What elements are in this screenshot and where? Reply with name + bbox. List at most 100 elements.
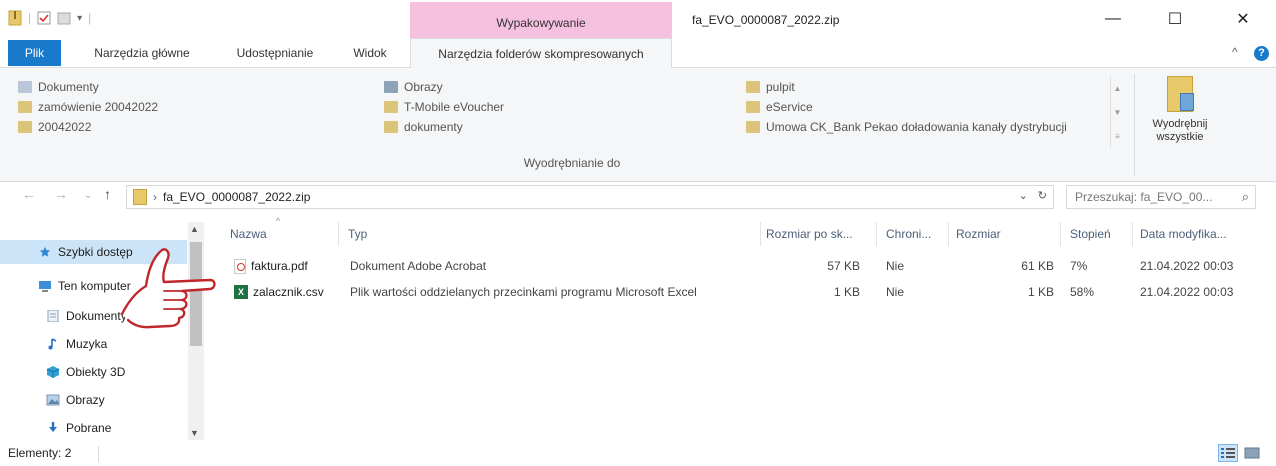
address-bar[interactable]: › fa_EVO_0000087_2022.zip ⌄ ↻	[126, 185, 1054, 209]
destination-item[interactable]: eService	[746, 98, 813, 116]
zip-folder-icon	[133, 189, 147, 205]
search-icon[interactable]: ⌕	[1242, 189, 1249, 205]
address-controls: ⌄ ↻	[1019, 189, 1047, 202]
breadcrumb-chevron-icon[interactable]: ›	[153, 190, 157, 204]
gallery-scrollbar[interactable]: ▲ ▼ ≡	[1110, 76, 1124, 148]
column-header-ratio[interactable]: Stopień	[1070, 222, 1128, 246]
column-separator[interactable]	[1060, 222, 1061, 246]
cube-icon	[46, 366, 60, 378]
help-icon[interactable]: ?	[1254, 46, 1269, 61]
destination-item[interactable]: dokumenty	[384, 118, 463, 136]
column-header-modified[interactable]: Data modyfika...	[1140, 222, 1260, 246]
qat-separator: |	[28, 11, 32, 25]
extract-all-button[interactable]: Wyodrębnij wszystkie	[1138, 74, 1222, 158]
nav-item-pictures[interactable]: Obrazy	[46, 388, 105, 412]
nav-item-documents[interactable]: Dokumenty	[46, 304, 127, 328]
recent-locations-icon[interactable]: ⌄	[84, 190, 92, 201]
details-view-icon[interactable]	[1218, 444, 1238, 462]
minimize-icon: —	[1105, 10, 1121, 27]
destination-item[interactable]: zamówienie 20042022	[18, 98, 158, 116]
tab-home[interactable]: Narzędzia główne	[76, 38, 208, 68]
column-header-name[interactable]: Nazwa	[230, 222, 330, 246]
column-header-packed-size[interactable]: Rozmiar po sk...	[766, 222, 870, 246]
extract-zip-icon	[1167, 76, 1194, 112]
file-size-cell: 61 KB	[1021, 259, 1054, 273]
ribbon-tabs: Plik Narzędzia główne Udostępnianie Wido…	[0, 38, 1276, 69]
refresh-icon[interactable]: ↻	[1038, 189, 1047, 202]
gallery-up-icon[interactable]: ▲	[1114, 84, 1122, 93]
pdf-file-icon	[234, 258, 246, 274]
file-packed-size-cell: 57 KB	[827, 259, 860, 273]
column-header-type[interactable]: Typ	[348, 222, 748, 246]
column-header-protected[interactable]: Chroni...	[886, 222, 946, 246]
destination-item[interactable]: 20042022	[18, 118, 91, 136]
download-icon	[49, 422, 57, 432]
new-folder-icon[interactable]	[57, 10, 71, 26]
tab-file[interactable]: Plik	[8, 40, 61, 66]
destination-item[interactable]: Dokumenty	[18, 78, 99, 96]
pointing-hand-annotation	[120, 248, 216, 329]
window-title: fa_EVO_0000087_2022.zip	[692, 13, 840, 27]
folder-icon	[384, 121, 398, 133]
qat-separator: |	[88, 11, 92, 25]
maximize-icon: ☐	[1167, 11, 1183, 28]
destination-item[interactable]: Umowa CK_Bank Pekao doładowania kanały d…	[746, 118, 1067, 136]
folder-icon	[746, 81, 760, 93]
gallery-more-icon[interactable]: ≡	[1115, 132, 1120, 141]
properties-icon[interactable]	[37, 10, 51, 26]
qat-customize-icon[interactable]: ▾	[77, 13, 82, 24]
gallery-down-icon[interactable]: ▼	[1114, 108, 1122, 117]
back-arrow-icon[interactable]: ←	[22, 186, 36, 202]
file-ratio-cell: 7%	[1070, 259, 1088, 273]
destination-item[interactable]: Obrazy	[384, 78, 443, 96]
destination-item[interactable]: T-Mobile eVoucher	[384, 98, 504, 116]
status-item-count: Elementy: 2	[8, 446, 72, 460]
nav-item-this-pc[interactable]: Ten komputer	[38, 274, 131, 298]
pictures-folder-icon	[384, 81, 398, 93]
file-modified-cell: 21.04.2022 00:03	[1140, 285, 1234, 299]
minimize-button[interactable]: —	[1090, 6, 1136, 32]
search-placeholder: Przeszukaj: fa_EVO_00...	[1075, 190, 1213, 204]
forward-arrow-icon[interactable]: →	[54, 186, 68, 202]
table-row[interactable]: Xzalacznik.csv Plik wartości oddzielanyc…	[230, 282, 1260, 302]
folder-icon	[746, 121, 760, 133]
destination-item[interactable]: pulpit	[746, 78, 795, 96]
close-button[interactable]: ✕	[1220, 6, 1266, 32]
file-type-cell: Dokument Adobe Acrobat	[350, 259, 487, 273]
nav-item-3d-objects[interactable]: Obiekty 3D	[46, 360, 125, 384]
column-separator[interactable]	[948, 222, 949, 246]
nav-item-downloads[interactable]: Pobrane	[46, 416, 111, 440]
maximize-button[interactable]: ☐	[1152, 6, 1198, 32]
column-separator[interactable]	[338, 222, 339, 246]
folder-icon	[18, 101, 32, 113]
column-header-size[interactable]: Rozmiar	[956, 222, 1056, 246]
ribbon-collapse-icon[interactable]: ^	[1232, 45, 1238, 59]
folder-icon	[18, 121, 32, 133]
file-name-cell[interactable]: Xzalacznik.csv	[234, 282, 324, 302]
documents-folder-icon	[18, 81, 32, 93]
tab-view[interactable]: Widok	[340, 38, 400, 68]
tab-compressed-folder-tools[interactable]: Narzędzia folderów skompresowanych	[410, 38, 672, 69]
table-row[interactable]: faktura.pdf Dokument Adobe Acrobat 57 KB…	[230, 256, 1260, 276]
column-separator[interactable]	[876, 222, 877, 246]
file-ratio-cell: 58%	[1070, 285, 1095, 299]
file-name-cell[interactable]: faktura.pdf	[234, 256, 308, 276]
breadcrumb-path[interactable]: fa_EVO_0000087_2022.zip	[163, 190, 310, 204]
scroll-up-icon[interactable]: ▲	[190, 224, 199, 234]
tab-share[interactable]: Udostępnianie	[218, 38, 332, 68]
file-protected-cell: Nie	[886, 259, 905, 273]
excel-file-icon: X	[234, 285, 248, 299]
large-icons-view-icon[interactable]	[1242, 444, 1262, 462]
file-size-cell: 1 KB	[1027, 285, 1054, 299]
documents-icon	[47, 310, 59, 322]
column-separator[interactable]	[760, 222, 761, 246]
search-input[interactable]: Przeszukaj: fa_EVO_00... ⌕	[1066, 185, 1256, 209]
folder-zip-icon[interactable]	[8, 10, 22, 26]
address-dropdown-icon[interactable]: ⌄	[1019, 189, 1028, 202]
up-arrow-icon[interactable]: ↑	[104, 186, 111, 202]
extract-all-label: Wyodrębnij wszystkie	[1152, 118, 1208, 143]
close-icon: ✕	[1236, 11, 1250, 28]
column-separator[interactable]	[1132, 222, 1133, 246]
nav-item-music[interactable]: Muzyka	[46, 332, 107, 356]
scroll-down-icon[interactable]: ▼	[190, 428, 199, 438]
